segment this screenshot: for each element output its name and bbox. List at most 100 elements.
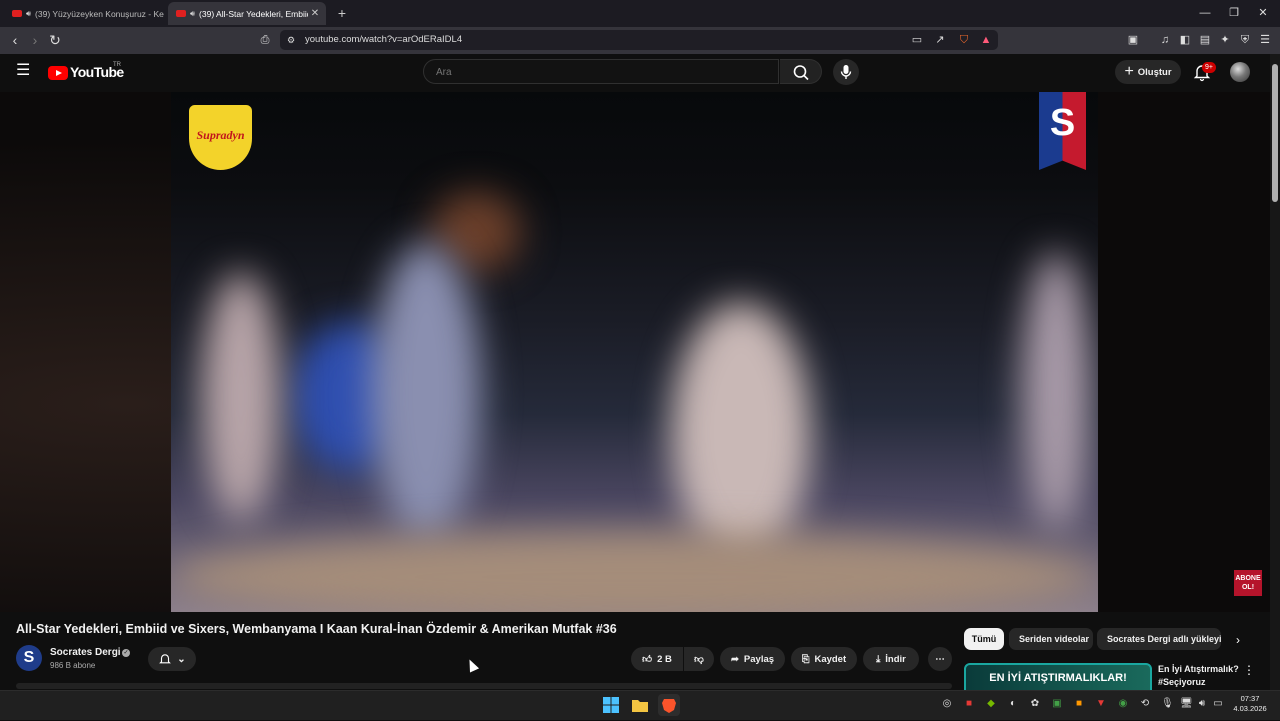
download-button[interactable]: ⤓ İndir <box>863 647 919 671</box>
description-box[interactable] <box>16 683 952 689</box>
share-page-icon[interactable]: ↗ <box>933 33 947 47</box>
tray-app-icon[interactable]: ▣ <box>1051 698 1063 710</box>
site-settings-icon[interactable]: ⚙ <box>284 33 298 47</box>
search-box[interactable] <box>423 59 779 85</box>
browser-tab[interactable]: 🔊︎ (39) Yüzyüzeyken Konuşuruz - Ke <box>4 2 164 25</box>
court-floor-blur <box>171 532 1098 612</box>
sidebar-panel-icon[interactable]: ▣ <box>1126 33 1140 47</box>
more-vert-icon[interactable]: ⋮ <box>1243 663 1255 677</box>
brave-rewards-icon[interactable]: ▲ <box>979 33 993 47</box>
like-button[interactable]: 👍︎ 2 B <box>631 647 683 671</box>
tray-app-icon[interactable]: ▼ <box>1095 698 1107 710</box>
url-text[interactable]: youtube.com/watch?v=arOdERaIDL4 <box>305 34 462 45</box>
search-icon <box>793 65 809 81</box>
create-label: Oluştur <box>1137 66 1172 78</box>
subscribe-watermark[interactable]: ABONE OL! <box>1234 570 1262 596</box>
chevron-right-icon[interactable]: › <box>1230 633 1246 649</box>
create-button[interactable]: + Oluştur <box>1115 60 1181 84</box>
tray-app-icon[interactable]: ■ <box>1073 698 1085 710</box>
share-button[interactable]: ➦ Paylaş <box>720 647 785 671</box>
player-blur <box>1021 252 1091 532</box>
video-title: All-Star Yedekleri, Embiid ve Sixers, We… <box>16 622 617 636</box>
more-icon: ⋯ <box>935 653 945 665</box>
microphone-icon[interactable]: 🎙︎ <box>1161 698 1174 710</box>
tray-app-icon[interactable]: ✿ <box>1029 698 1041 710</box>
filter-chip-all[interactable]: Tümü <box>964 628 1004 650</box>
filter-chip-series[interactable]: Seriden videolar <box>1009 628 1093 650</box>
close-window-button[interactable]: ✕ <box>1253 5 1273 21</box>
save-button[interactable]: ⎘ Kaydet <box>791 647 857 671</box>
subscriber-count: 986 B abone <box>50 661 96 670</box>
tray-app-icon[interactable]: ■ <box>963 698 975 710</box>
tray-app-icon[interactable]: ◐ <box>1007 698 1019 710</box>
windows-logo-icon <box>603 697 619 713</box>
volume-icon[interactable]: 🔊︎ <box>1196 698 1208 710</box>
channel-avatar[interactable]: S <box>16 645 42 671</box>
chevron-down-icon: ⌄ <box>177 653 186 665</box>
channel-watermark-letter: S <box>1049 102 1076 144</box>
close-tab-icon[interactable]: ✕ <box>308 8 322 19</box>
speaker-icon[interactable]: 🔊︎ <box>190 9 195 19</box>
youtube-logo-icon[interactable] <box>48 66 68 80</box>
menu-icon[interactable]: ☰ <box>1258 33 1272 47</box>
taskbar-clock[interactable]: 07:37 4.03.2026 <box>1228 694 1272 714</box>
network-icon[interactable]: 🖥︎ <box>1180 698 1193 710</box>
recommended-video-thumbnail[interactable]: EN İYİ ATIŞTIRMALIKLAR! <box>964 663 1152 693</box>
bookmark-icon[interactable]: ⎙ <box>258 33 272 47</box>
tray-app-icon[interactable]: ⟲ <box>1139 698 1151 710</box>
scrollbar-thumb[interactable] <box>1272 64 1278 202</box>
tray-app-icon[interactable]: ◎ <box>941 698 953 710</box>
cast-icon[interactable]: ▭ <box>910 33 924 47</box>
leo-ai-icon[interactable]: ✦ <box>1218 33 1232 47</box>
microphone-icon <box>840 65 852 79</box>
subscription-bell-button[interactable]: ⌄ <box>148 647 196 671</box>
save-label: Kaydet <box>814 653 847 665</box>
file-explorer-app[interactable] <box>629 694 651 716</box>
thumbs-up-icon: 👍︎ <box>642 654 653 665</box>
country-code: TR <box>113 62 121 68</box>
player-blur <box>371 242 481 542</box>
forward-icon[interactable]: › <box>26 31 44 49</box>
recommended-video-title[interactable]: En İyi Atıştırmalık? #Seçiyoruz <box>1158 663 1242 689</box>
vpn-icon[interactable]: ⛨ <box>1238 33 1252 47</box>
tab-title: (39) Yüzyüzeyken Konuşuruz - Ke <box>35 8 164 19</box>
dislike-button[interactable]: 👎︎ <box>684 647 714 671</box>
speaker-icon[interactable]: 🔊︎ <box>26 9 31 19</box>
search-input[interactable] <box>434 60 758 85</box>
more-actions-button[interactable]: ⋯ <box>928 647 952 671</box>
back-icon[interactable]: ‹ <box>6 31 24 49</box>
maximize-button[interactable]: ❐ <box>1224 5 1244 21</box>
tray-app-icon[interactable]: ◉ <box>1117 698 1129 710</box>
brave-browser-app[interactable] <box>658 694 680 716</box>
video-player[interactable]: Supradyn S ABONE OL! <box>0 92 1270 612</box>
clock-date: 4.03.2026 <box>1233 704 1267 713</box>
player-blur <box>671 302 811 562</box>
search-button[interactable] <box>780 59 822 84</box>
plus-icon: + <box>1124 63 1134 80</box>
youtube-favicon-icon <box>12 10 22 17</box>
video-frame[interactable] <box>171 92 1098 612</box>
share-icon: ➦ <box>730 653 739 665</box>
tab-title: (39) All-Star Yedekleri, Embiid <box>199 8 308 19</box>
share-label: Paylaş <box>743 653 775 665</box>
account-avatar[interactable] <box>1230 62 1250 82</box>
filter-chip-uploader[interactable]: Socrates Dergi adlı yükleyici <box>1097 628 1221 650</box>
battery-icon[interactable]: ▭ <box>1212 698 1224 710</box>
reload-icon[interactable]: ↻ <box>46 31 64 49</box>
mouse-cursor <box>464 657 480 673</box>
download-label: İndir <box>885 653 906 665</box>
brave-shields-icon[interactable]: ⛉ <box>957 33 971 47</box>
download-icon: ⤓ <box>876 653 881 665</box>
browser-tab-active[interactable]: 🔊︎ (39) All-Star Yedekleri, Embiid ✕ <box>168 2 326 25</box>
reading-list-icon[interactable]: ◧ <box>1178 33 1192 47</box>
start-button[interactable] <box>600 694 622 716</box>
wallet-icon[interactable]: ▤ <box>1198 33 1212 47</box>
new-tab-button[interactable]: + <box>334 5 350 21</box>
minimize-button[interactable]: — <box>1195 5 1215 21</box>
voice-search-button[interactable] <box>833 59 859 85</box>
channel-name[interactable]: Socrates Dergi <box>50 647 121 658</box>
guide-menu-icon[interactable]: ☰ <box>16 63 32 79</box>
media-icon[interactable]: ♫ <box>1158 33 1172 47</box>
nvidia-icon[interactable]: ◆ <box>985 698 997 710</box>
notification-badge: 9+ <box>1202 62 1216 73</box>
